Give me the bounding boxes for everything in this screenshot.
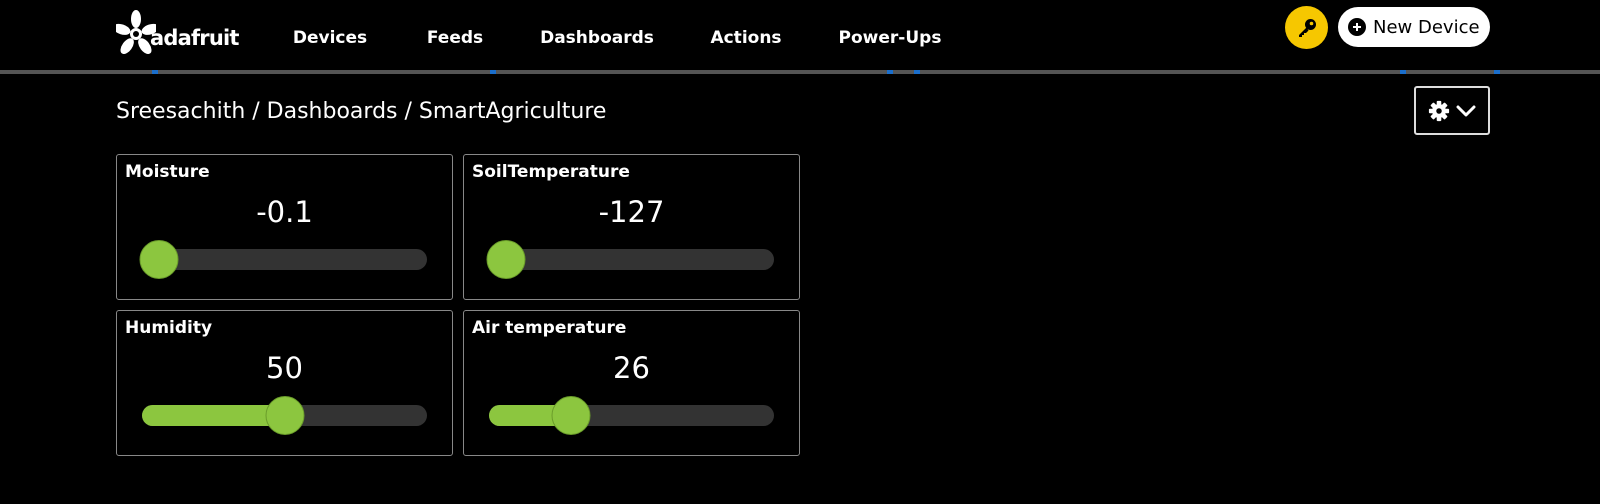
divider-marker [914,70,920,74]
slider-track[interactable] [489,396,774,435]
chevron-down-icon [1456,105,1476,116]
block-value: -0.1 [256,195,313,229]
slider-block-air-temperature: Air temperature 26 [463,310,800,456]
block-title: SoilTemperature [472,162,630,182]
block-title: Humidity [125,318,213,338]
breadcrumb-user[interactable]: Sreesachith [116,99,245,124]
divider-marker [1400,70,1406,74]
breadcrumb-separator: / [245,99,267,124]
slider-track[interactable] [486,240,774,279]
breadcrumb-dashboard-name: SmartAgriculture [418,99,607,124]
block-value: -127 [598,195,665,229]
slider-block-humidity: Humidity 50 [116,310,453,456]
divider-marker [1494,70,1500,74]
slider-thumb[interactable] [551,396,591,435]
breadcrumb: Sreesachith / Dashboards / SmartAgricult… [116,99,606,124]
slider-block-moisture: Moisture -0.1 [116,154,453,300]
slider-track[interactable] [139,240,427,279]
gear-icon [1428,100,1450,121]
new-device-button[interactable]: New Device [1338,7,1490,47]
breadcrumb-separator: / [397,99,419,124]
key-icon [1298,18,1316,37]
nav-devices[interactable]: Devices [293,28,367,48]
slider-track[interactable] [142,396,427,435]
block-value: 50 [266,351,303,385]
adafruit-logo[interactable]: adafruit [116,6,239,54]
block-title: Moisture [125,162,210,182]
divider-marker [887,70,893,74]
block-title: Air temperature [472,318,627,338]
block-value: 26 [613,351,650,385]
slider-block-soil-temperature: SoilTemperature -127 [463,154,800,300]
breadcrumb-dashboards[interactable]: Dashboards [267,99,398,124]
divider-marker [490,70,496,74]
new-device-label: New Device [1373,16,1480,38]
nav-actions[interactable]: Actions [710,28,781,48]
slider-fill [142,405,285,426]
slider-thumb[interactable] [486,240,526,279]
divider-marker [152,70,158,74]
nav-dashboards[interactable]: Dashboards [540,28,654,48]
top-navbar: adafruit Devices Feeds Dashboards Action… [0,0,1600,70]
plus-circle-icon [1348,18,1366,36]
slider-thumb[interactable] [139,240,179,279]
nav-power-ups[interactable]: Power-Ups [839,28,942,48]
dashboard-settings-button[interactable] [1414,86,1490,135]
slider-thumb[interactable] [265,396,304,435]
nav-feeds[interactable]: Feeds [427,28,483,48]
logo-text: adafruit [150,26,239,50]
api-key-button[interactable] [1285,6,1328,49]
header-divider [0,70,1600,74]
